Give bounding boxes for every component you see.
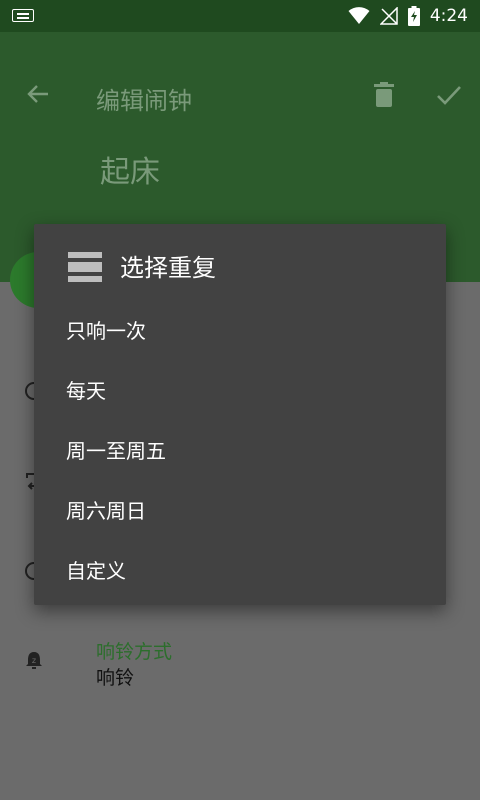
status-icons: 4:24 — [348, 0, 468, 32]
svg-text:z: z — [32, 656, 36, 665]
status-time: 4:24 — [429, 6, 468, 26]
option-once[interactable]: 只响一次 — [34, 297, 446, 357]
option-weekends[interactable]: 周六周日 — [34, 477, 446, 537]
status-bar: 4:24 — [0, 0, 480, 32]
back-arrow-icon[interactable] — [26, 82, 50, 106]
page-title: 编辑闹钟 — [96, 87, 192, 115]
ring-mode-value[interactable]: 响铃 — [96, 663, 134, 690]
check-icon[interactable] — [436, 84, 462, 106]
option-label: 周六周日 — [66, 499, 146, 523]
no-signal-icon — [379, 7, 398, 25]
trash-icon[interactable] — [372, 82, 396, 108]
option-everyday[interactable]: 每天 — [34, 357, 446, 417]
keyboard-icon — [12, 9, 34, 22]
option-label: 每天 — [66, 379, 106, 403]
list-icon — [68, 252, 102, 282]
alarm-name-field[interactable]: 起床 — [100, 147, 160, 191]
battery-charging-icon — [407, 6, 420, 26]
option-custom[interactable]: 自定义 — [34, 537, 446, 597]
ring-mode-title[interactable]: 响铃方式 — [96, 637, 172, 664]
option-label: 自定义 — [66, 559, 126, 583]
dialog-title: 选择重复 — [120, 254, 216, 282]
repeat-dialog: 选择重复 只响一次 每天 周一至周五 周六周日 自定义 — [34, 224, 446, 605]
option-label: 只响一次 — [66, 319, 146, 343]
option-weekdays[interactable]: 周一至周五 — [34, 417, 446, 477]
alarm-bell-icon: z — [26, 652, 42, 669]
option-label: 周一至周五 — [66, 439, 166, 463]
wifi-icon — [348, 7, 370, 24]
